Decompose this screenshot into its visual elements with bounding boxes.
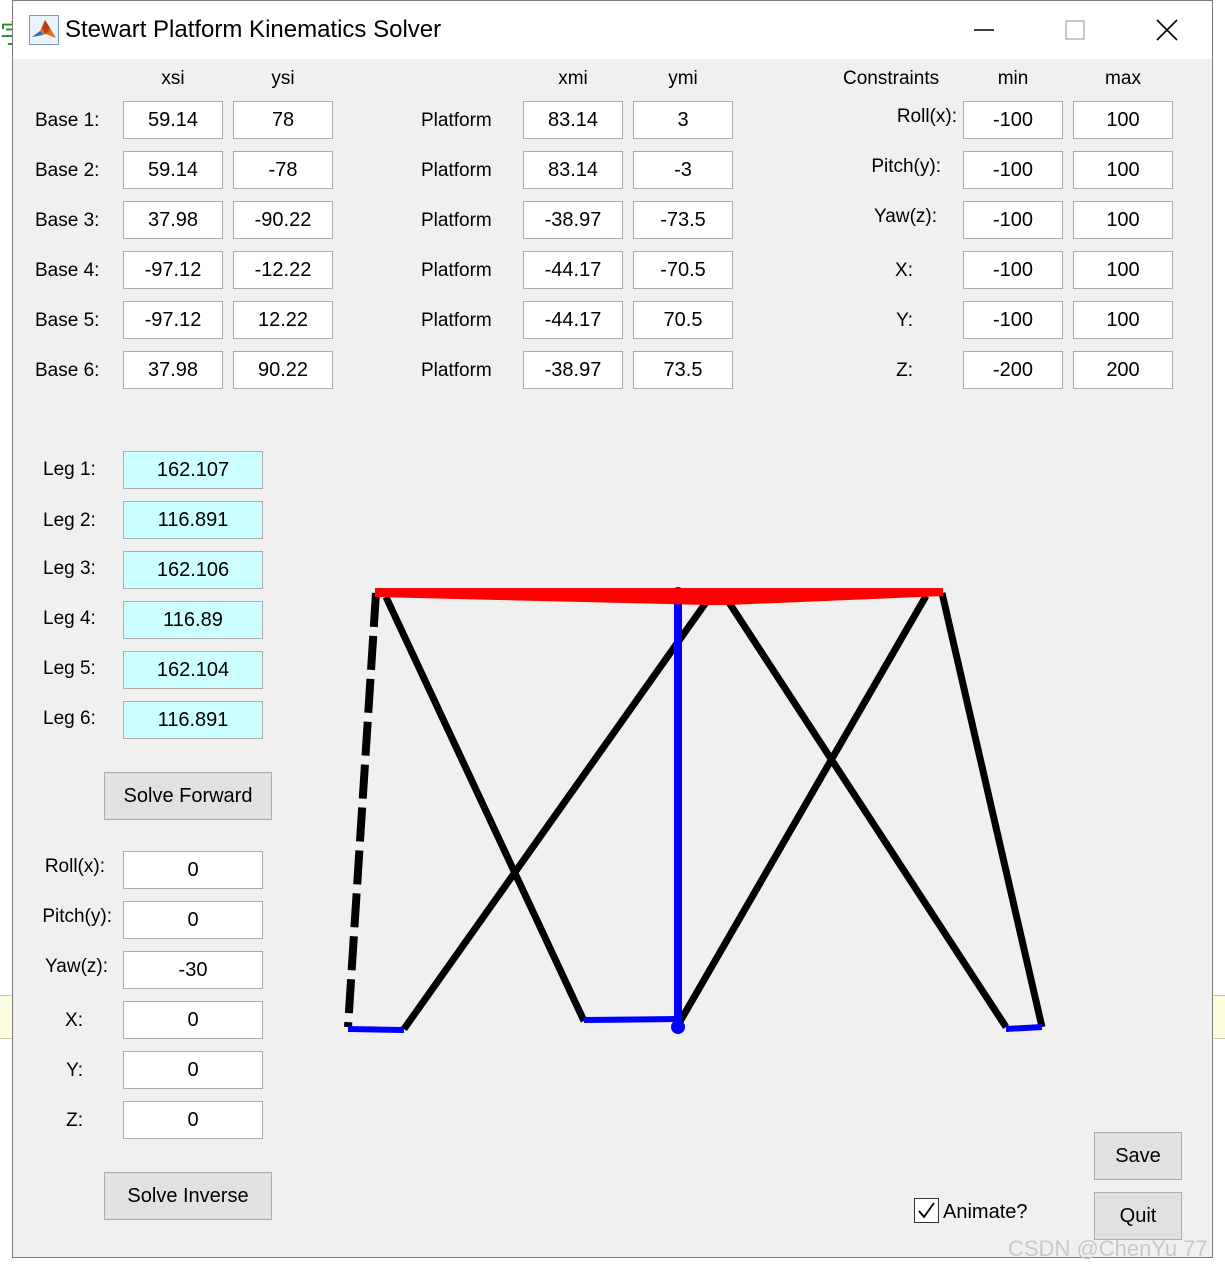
base-origin-marker	[671, 1020, 685, 1034]
background-strip-right	[1214, 995, 1225, 1039]
leg-6-line	[938, 592, 1046, 1028]
animate-checkbox[interactable]	[914, 1198, 939, 1223]
watermark-text: CSDN @ChenYu 77	[1008, 1236, 1208, 1261]
save-button[interactable]: Save	[1094, 1132, 1182, 1180]
leg-5-line	[674, 594, 930, 1027]
solver-window: Stewart Platform Kinematics Solver xsi y…	[12, 0, 1213, 1258]
base-segment-2	[583, 1016, 679, 1023]
base-segment-3	[1005, 1024, 1043, 1032]
animate-label: Animate?	[943, 1201, 1028, 1223]
quit-button[interactable]: Quit	[1094, 1192, 1182, 1240]
platform-top-plate	[375, 588, 943, 605]
checkmark-icon	[918, 1202, 935, 1219]
leg-2-line	[382, 595, 588, 1023]
leg-4-line	[725, 599, 1009, 1029]
leg-1-line	[344, 592, 380, 1028]
platform-visualization	[344, 587, 1046, 1034]
base-segment-1	[347, 1026, 405, 1033]
